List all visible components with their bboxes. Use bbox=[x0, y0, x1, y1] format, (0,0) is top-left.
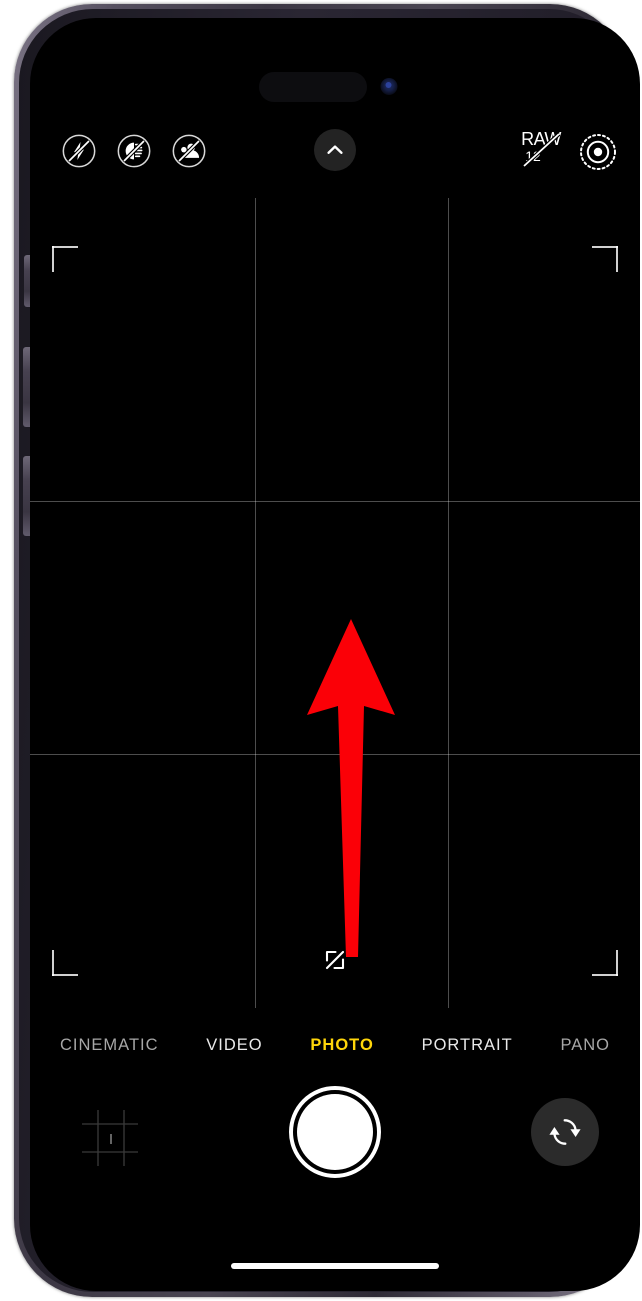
live-photo-icon[interactable] bbox=[578, 132, 618, 172]
expand-diagonal-icon[interactable] bbox=[318, 943, 352, 977]
portrait-off-icon[interactable] bbox=[170, 132, 208, 170]
chevron-up-icon bbox=[327, 145, 343, 154]
mode-portrait[interactable]: PORTRAIT bbox=[422, 1036, 513, 1055]
shutter-button-inner bbox=[297, 1094, 373, 1170]
frame-corner-top-left bbox=[52, 246, 78, 272]
grid-line-vertical-2 bbox=[448, 198, 449, 1008]
raw-slash bbox=[522, 132, 561, 168]
dynamic-island bbox=[259, 72, 367, 102]
photo-library-thumbnail[interactable] bbox=[80, 1108, 142, 1170]
grid-line-vertical-1 bbox=[255, 198, 256, 1008]
phone-screen: RAW 12 bbox=[30, 18, 640, 1291]
night-mode-off-icon[interactable] bbox=[115, 132, 153, 170]
camera-viewfinder[interactable] bbox=[30, 198, 640, 1008]
raw-off-icon[interactable]: RAW 12 bbox=[518, 130, 564, 172]
home-indicator[interactable] bbox=[231, 1263, 439, 1269]
shutter-button[interactable] bbox=[289, 1086, 381, 1178]
flash-off-icon[interactable] bbox=[60, 132, 98, 170]
phone-frame: RAW 12 bbox=[14, 4, 640, 1297]
front-camera-dot bbox=[380, 78, 398, 95]
camera-flip-icon bbox=[549, 1119, 581, 1145]
grid-line-horizontal-2 bbox=[30, 754, 640, 755]
mode-video[interactable]: VIDEO bbox=[206, 1036, 262, 1055]
swipe-up-arrow-annotation bbox=[307, 619, 395, 957]
screenshot-root: RAW 12 bbox=[0, 0, 642, 1301]
show-controls-chevron-up-button[interactable] bbox=[314, 129, 356, 171]
grid-line-horizontal-1 bbox=[30, 501, 640, 502]
frame-corner-bottom-right bbox=[592, 950, 618, 976]
camera-top-control-bar: RAW 12 bbox=[30, 120, 640, 182]
camera-mode-selector[interactable]: CINEMATIC VIDEO PHOTO PORTRAIT PANO bbox=[30, 1023, 640, 1067]
camera-shutter-row bbox=[30, 1080, 640, 1200]
frame-corner-bottom-left bbox=[52, 950, 78, 976]
mode-cinematic[interactable]: CINEMATIC bbox=[60, 1036, 159, 1055]
mode-photo[interactable]: PHOTO bbox=[310, 1036, 373, 1055]
mode-pano[interactable]: PANO bbox=[560, 1036, 610, 1055]
frame-corner-top-right bbox=[592, 246, 618, 272]
camera-flip-button[interactable] bbox=[531, 1098, 599, 1166]
